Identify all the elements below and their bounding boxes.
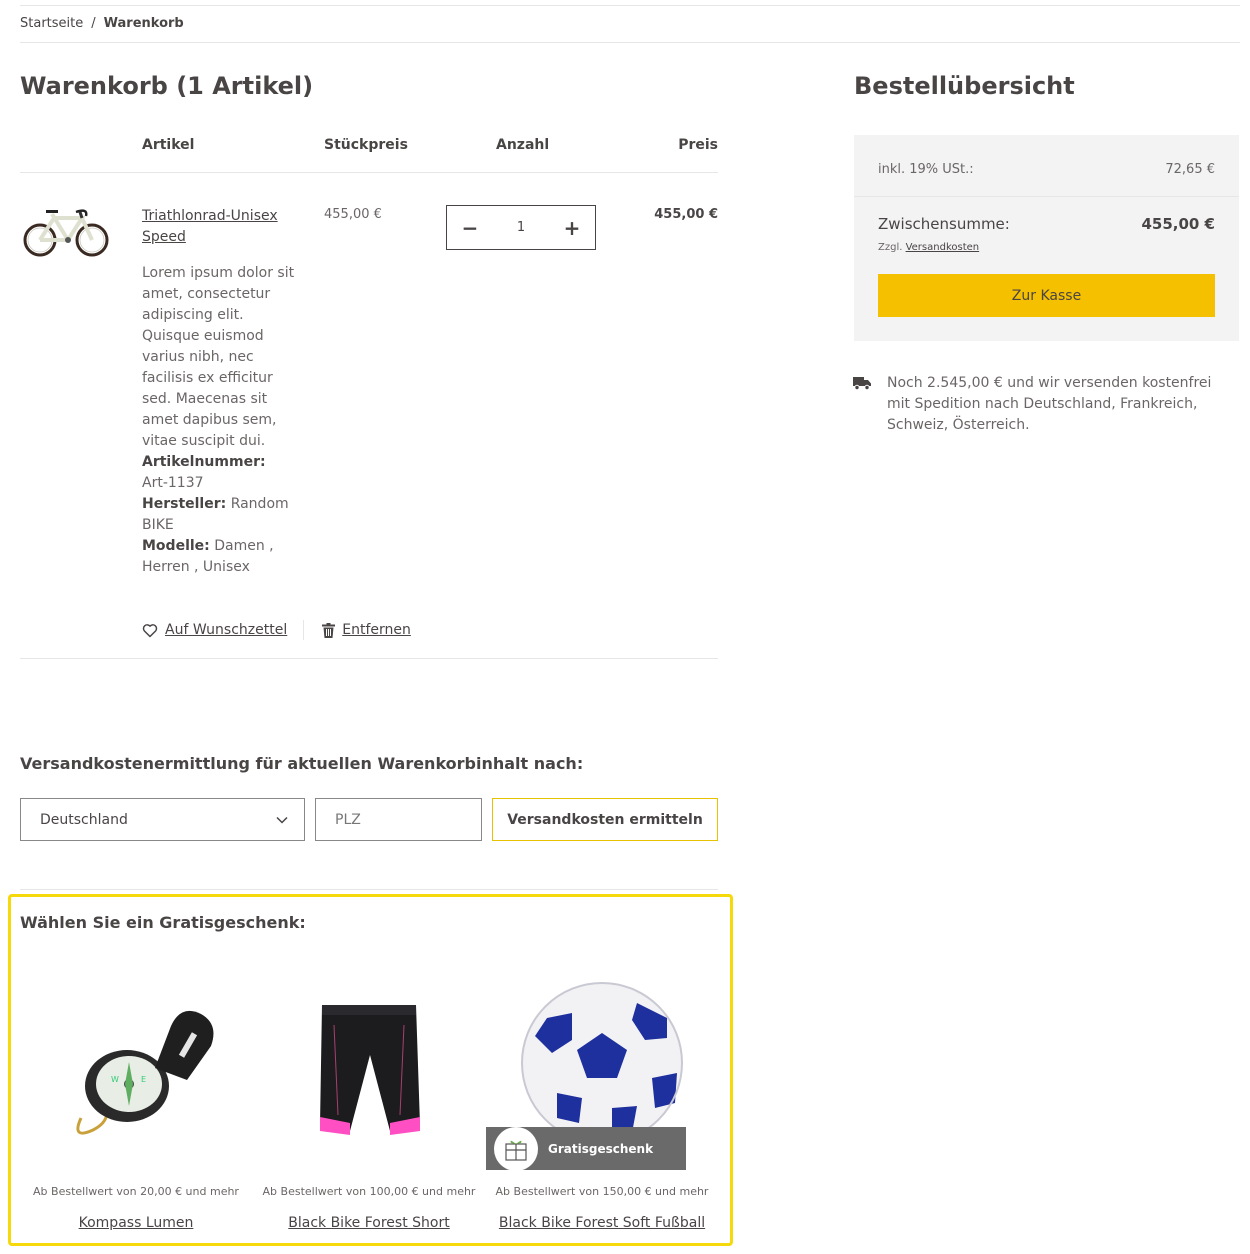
actions-divider	[303, 620, 305, 640]
gift-section-title: Wählen Sie ein Gratisgeschenk:	[20, 913, 306, 932]
bicycle-image[interactable]	[22, 200, 110, 264]
column-header-article: Artikel	[142, 137, 195, 153]
svg-text:E: E	[141, 1075, 146, 1084]
gift-name-link[interactable]: Black Bike Forest Soft Fußball	[486, 1215, 718, 1231]
free-shipping-info: Noch 2.545,00 € und wir versenden kosten…	[853, 373, 1223, 436]
svg-text:W: W	[111, 1075, 119, 1084]
unit-price: 455,00 €	[324, 207, 382, 222]
shipping-calc-title: Versandkostenermittlung für aktuellen Wa…	[20, 754, 584, 773]
breadcrumb: Startseite / Warenkorb	[20, 16, 184, 31]
breadcrumb-divider	[20, 42, 1240, 43]
top-divider	[20, 5, 1240, 6]
gift-name-link[interactable]: Kompass Lumen	[20, 1215, 252, 1231]
page-title: Warenkorb (1 Artikel)	[20, 72, 314, 100]
item-divider	[20, 658, 718, 659]
column-header-unit-price: Stückpreis	[324, 137, 408, 153]
cycling-shorts-image[interactable]	[253, 970, 485, 1170]
subtotal-value: 455,00 €	[1141, 215, 1215, 233]
column-header-price: Preis	[678, 137, 718, 153]
gift-item[interactable]: E W Ab Bestellwert von 20,00 € und mehr …	[20, 970, 252, 1231]
gift-badge: Gratisgeschenk	[486, 1126, 686, 1171]
models-label: Modelle:	[142, 538, 210, 554]
quantity-value[interactable]: 1	[517, 220, 525, 235]
gift-condition: Ab Bestellwert von 150,00 € und mehr	[495, 1185, 709, 1198]
article-number-label: Artikelnummer:	[142, 454, 266, 470]
truck-icon	[853, 377, 871, 390]
subtotal-label: Zwischensumme:	[878, 215, 1010, 233]
decrease-quantity-button[interactable]: −	[461, 218, 479, 238]
checkout-button[interactable]: Zur Kasse	[878, 274, 1215, 317]
breadcrumb-home[interactable]: Startseite	[20, 16, 83, 31]
football-image[interactable]: Gratisgeschenk	[486, 970, 718, 1171]
trash-icon	[322, 622, 336, 638]
vat-value: 72,65 €	[1165, 162, 1215, 177]
gift-condition: Ab Bestellwert von 20,00 € und mehr	[33, 1185, 239, 1198]
calculate-shipping-button[interactable]: Versandkosten ermitteln	[492, 798, 718, 841]
column-header-quantity: Anzahl	[496, 137, 550, 153]
heart-icon	[142, 623, 158, 637]
breadcrumb-current: Warenkorb	[103, 16, 184, 31]
compass-image[interactable]: E W	[20, 970, 252, 1170]
country-select[interactable]: Deutschland	[20, 798, 305, 841]
increase-quantity-button[interactable]: +	[563, 218, 581, 238]
remove-label[interactable]: Entfernen	[342, 622, 411, 638]
remove-button[interactable]: Entfernen	[322, 622, 411, 638]
product-name-link[interactable]: Triathlonrad-Unisex Speed	[142, 206, 302, 248]
shipping-cost-link[interactable]: Versandkosten	[906, 242, 980, 253]
quantity-stepper: − 1 +	[446, 205, 596, 250]
vat-row: inkl. 19% USt.: 72,65 €	[878, 162, 1215, 177]
item-actions: Auf Wunschzettel Entfernen	[142, 620, 411, 640]
summary-title: Bestellübersicht	[854, 72, 1075, 100]
chevron-down-icon	[276, 816, 288, 824]
subtotal-row: Zwischensumme: 455,00 €	[878, 215, 1215, 233]
shipping-note-prefix: Zzgl.	[878, 242, 903, 253]
summary-divider	[854, 196, 1239, 197]
manufacturer-label: Hersteller:	[142, 496, 227, 512]
gift-condition: Ab Bestellwert von 100,00 € und mehr	[262, 1185, 476, 1198]
wishlist-button[interactable]: Auf Wunschzettel	[142, 622, 287, 638]
gift-badge-label: Gratisgeschenk	[548, 1141, 654, 1156]
product-details: Lorem ipsum dolor sit amet, consectetur …	[142, 263, 302, 578]
breadcrumb-separator: /	[91, 16, 96, 31]
product-description: Lorem ipsum dolor sit amet, consectetur …	[142, 265, 295, 449]
gift-item[interactable]: Gratisgeschenk Ab Bestellwert von 150,00…	[486, 970, 718, 1231]
plz-input[interactable]	[315, 798, 482, 841]
country-select-value: Deutschland	[40, 811, 128, 828]
shipping-cost-note: Zzgl. Versandkosten	[878, 242, 979, 253]
article-number-value: Art-1137	[142, 475, 204, 491]
line-total-price: 455,00 €	[654, 207, 718, 222]
gift-item[interactable]: Ab Bestellwert von 100,00 € und mehr Bla…	[253, 970, 485, 1231]
gift-icon	[494, 1126, 538, 1171]
gift-name-link[interactable]: Black Bike Forest Short	[253, 1215, 485, 1231]
shipping-divider	[20, 889, 718, 890]
table-header-divider	[20, 172, 718, 173]
vat-label: inkl. 19% USt.:	[878, 162, 974, 177]
wishlist-label[interactable]: Auf Wunschzettel	[165, 622, 287, 638]
free-shipping-text: Noch 2.545,00 € und wir versenden kosten…	[887, 375, 1212, 433]
